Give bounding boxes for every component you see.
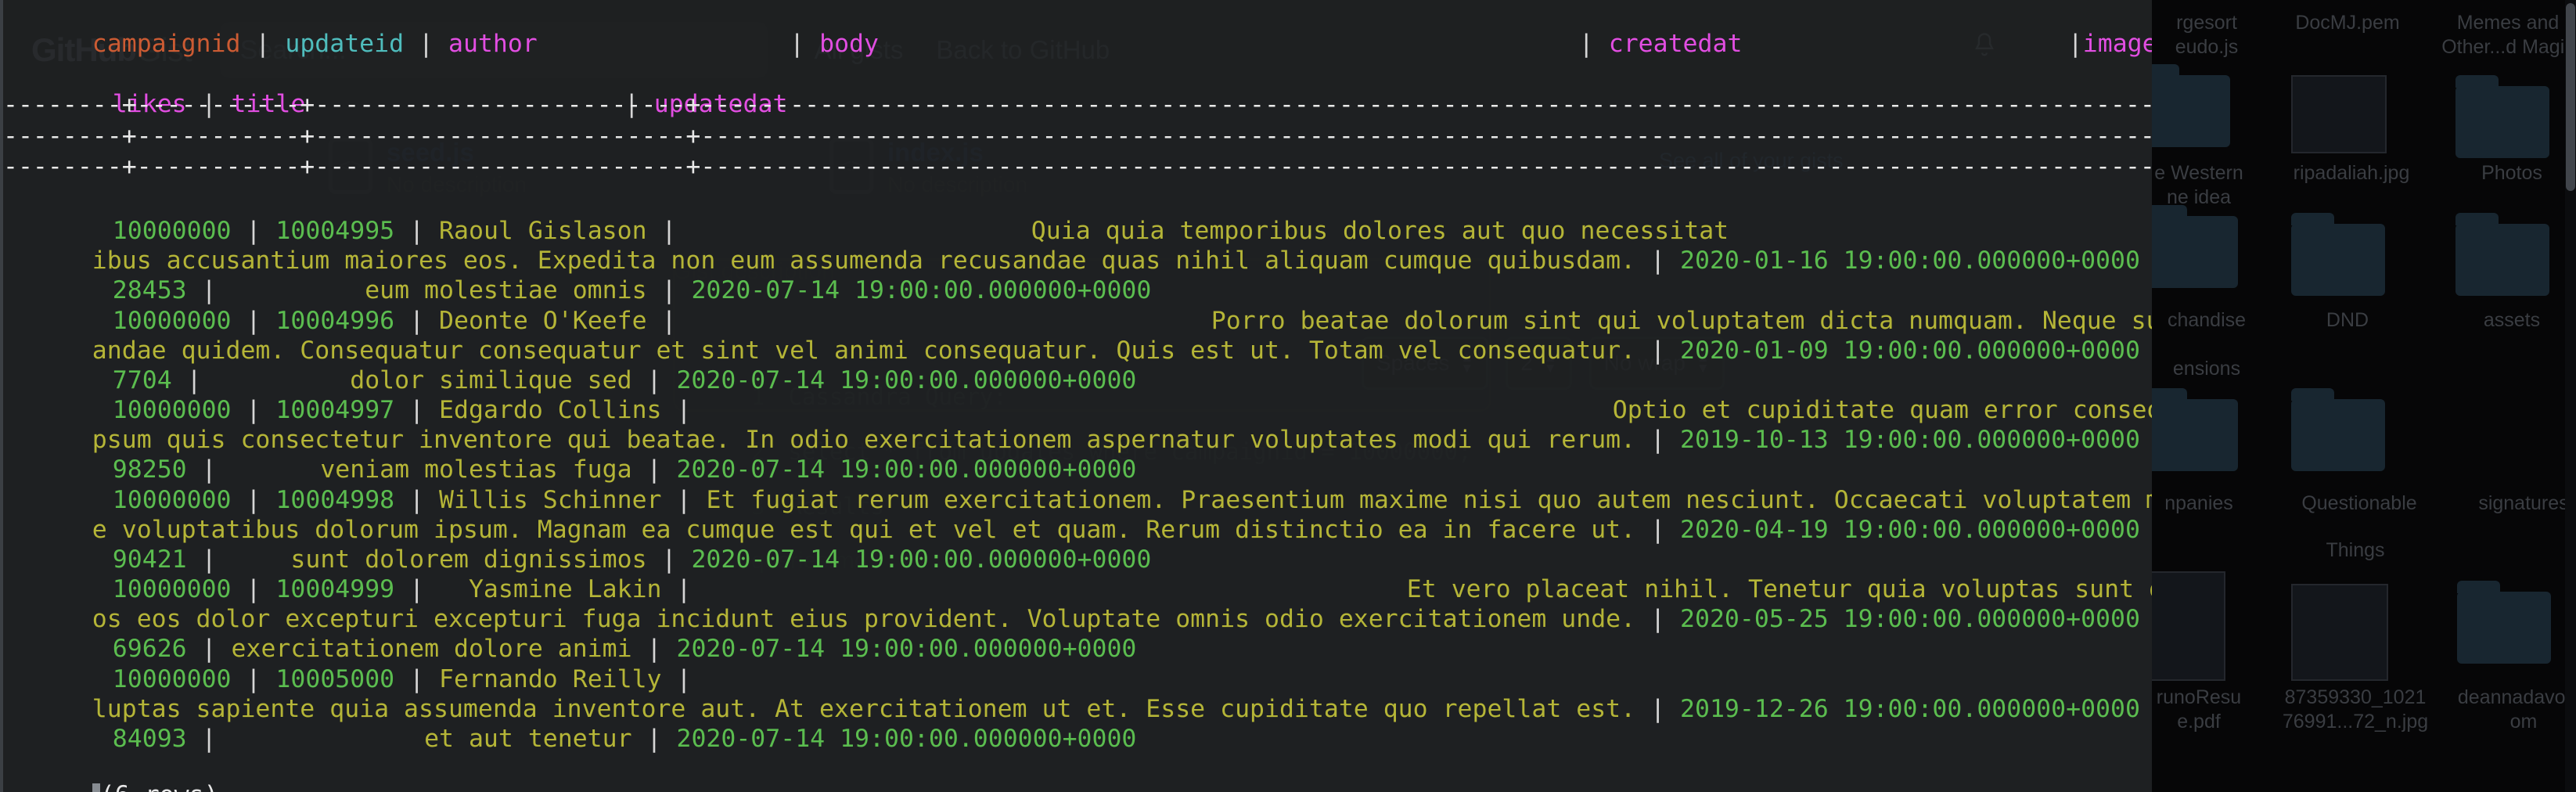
folder-icon[interactable] <box>2152 64 2230 147</box>
pipe: | <box>1635 336 1681 365</box>
cql-separator-line: --------+-----------+-------------------… <box>3 122 2152 150</box>
file-label[interactable]: Things <box>2285 538 2426 563</box>
pipe: | <box>186 724 425 753</box>
file-label[interactable]: DND <box>2285 308 2410 333</box>
pipe: | <box>1635 246 1681 275</box>
terminal-cursor <box>92 783 100 792</box>
folder-icon[interactable] <box>2152 388 2238 471</box>
pipe: | <box>2140 695 2152 723</box>
folder-icon[interactable] <box>2455 213 2549 296</box>
pipe: | <box>1578 29 1609 58</box>
file-label[interactable]: Questionable <box>2277 491 2441 516</box>
folder-icon[interactable] <box>2455 75 2549 158</box>
file-label[interactable]: assets <box>2441 308 2576 333</box>
file-label[interactable]: signatures <box>2449 491 2576 516</box>
column-header-imageurl: imageurl <box>2082 29 2152 58</box>
pipe: | <box>537 29 820 58</box>
terminal-window[interactable]: campaignid | updateid | author | body | … <box>0 0 2152 792</box>
cql-column-header-imageurl-wrap: |imageurl <box>1979 0 2152 89</box>
file-label[interactable]: rgesort eudo.js <box>2152 11 2277 60</box>
file-label[interactable]: Photos <box>2441 161 2576 185</box>
row-count-text: (6 rows) <box>100 781 219 792</box>
cql-separator-line: --------+-----------+-------------------… <box>3 153 2152 181</box>
file-manager-background: rgesort eudo.js DocMJ.pem Memes and Othe… <box>2152 0 2576 792</box>
cell-updatedat: 2020-07-14 19:00:00.000000+0000 <box>691 275 1152 304</box>
cql-column-header-right: | createdat <box>1490 0 1743 89</box>
file-label[interactable]: e Western ne idea <box>2152 161 2269 211</box>
cell-createdat: 2019-10-13 19:00:00.000000+0000 <box>1680 425 2140 454</box>
file-label[interactable]: runoResu e.pdf <box>2152 686 2269 735</box>
pipe: | <box>1635 694 1681 723</box>
file-thumbnail[interactable] <box>2291 75 2387 153</box>
pipe: | <box>240 29 286 58</box>
file-label[interactable]: ripadaliah.jpg <box>2269 161 2434 185</box>
pipe: | <box>1635 515 1681 544</box>
cell-createdat: 2019-12-26 19:00:00.000000+0000 <box>1680 694 2140 723</box>
pipe: | <box>2140 605 2152 633</box>
column-header-body: body <box>819 29 879 58</box>
pipe: | <box>2067 29 2083 58</box>
row-count-line: (6 rows) <box>3 750 219 792</box>
pipe: | <box>631 724 677 753</box>
file-label[interactable]: deannadavoli.c om <box>2449 686 2576 735</box>
cell-createdat: 2020-04-19 19:00:00.000000+0000 <box>1680 515 2140 544</box>
folder-icon[interactable] <box>2457 581 2551 664</box>
cell-createdat: 2020-01-09 19:00:00.000000+0000 <box>1680 336 2140 365</box>
cell-updatedat: 2020-07-14 19:00:00.000000+0000 <box>676 724 1137 753</box>
pipe: | <box>404 29 448 58</box>
cell-likes: 84093 <box>112 724 187 753</box>
file-label[interactable]: npanies <box>2152 491 2269 516</box>
file-manager-scrollbar-track[interactable] <box>2565 0 2576 792</box>
pipe: | <box>2140 426 2152 454</box>
file-label[interactable]: DocMJ.pem <box>2269 11 2426 35</box>
pipe: | <box>2140 247 2152 275</box>
cell-title: et aut tenetur <box>424 724 632 753</box>
cell-createdat: 2020-01-16 19:00:00.000000+0000 <box>1680 246 2140 275</box>
pipe: | <box>2140 516 2152 544</box>
file-label[interactable]: 87359330_1021 76991...72_n.jpg <box>2269 686 2441 735</box>
pipe: | <box>1635 604 1681 633</box>
column-header-campaignid: campaignid <box>92 29 241 58</box>
file-label[interactable]: ensions <box>2152 357 2277 381</box>
cell-createdat: 2020-05-25 19:00:00.000000+0000 <box>1680 604 2140 633</box>
cell-updatedat: 2020-07-14 19:00:00.000000+0000 <box>691 545 1152 574</box>
folder-icon[interactable] <box>2291 213 2385 296</box>
file-manager-scrollbar-thumb[interactable] <box>2566 3 2575 191</box>
column-header-createdat: createdat <box>1608 29 1743 58</box>
cql-separator-line: --------+-----------+-------------------… <box>3 91 2152 119</box>
file-thumbnail[interactable] <box>2291 584 2388 681</box>
cell-updatedat: 2020-07-14 19:00:00.000000+0000 <box>676 634 1137 663</box>
folder-icon[interactable] <box>2152 205 2238 288</box>
cell-updatedat: 2020-07-14 19:00:00.000000+0000 <box>676 365 1137 394</box>
pipe: | <box>2140 337 2152 365</box>
file-label[interactable]: Memes and Other...d Magic <box>2426 11 2576 60</box>
file-thumbnail[interactable] <box>2152 571 2225 681</box>
column-header-updateid: updateid <box>285 29 405 58</box>
column-header-author: author <box>448 29 538 58</box>
file-label[interactable]: chandise <box>2152 308 2277 333</box>
terminal-output: campaignid | updateid | author | body | … <box>3 0 2152 792</box>
folder-icon[interactable] <box>2291 388 2385 471</box>
pipe: | <box>1635 425 1681 454</box>
